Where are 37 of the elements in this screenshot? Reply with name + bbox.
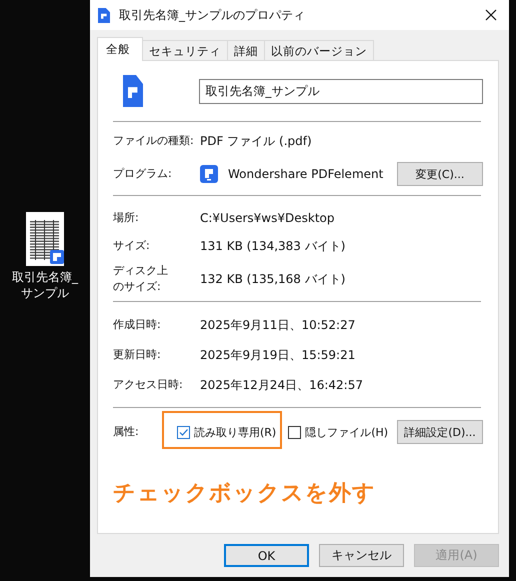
checkbox-icon[interactable]	[288, 426, 302, 438]
change-button[interactable]: 変更(C)...	[397, 162, 483, 186]
field-value: Wondershare PDFelement	[228, 167, 384, 181]
field-label: ディスク上のサイズ:	[113, 263, 169, 295]
field-value: 132 KB (135,168 バイト)	[200, 270, 346, 288]
field-value: 2025年12月24日、16:42:57	[200, 376, 363, 394]
app-icon	[200, 165, 218, 183]
field-label: 作成日時:	[113, 317, 162, 333]
tab[interactable]: 以前のバージョン	[264, 40, 374, 61]
dialog-button[interactable]: OK	[224, 544, 309, 567]
checkbox[interactable]: 読み取り専用(R)	[177, 424, 276, 440]
annotation-text: チェックボックスを外す	[113, 480, 377, 508]
checkbox-icon[interactable]	[177, 426, 190, 438]
field-value: PDF ファイル (.pdf)	[200, 132, 312, 150]
field-label: ファイルの種類:	[113, 133, 195, 149]
advanced-button[interactable]: 詳細設定(D)...	[397, 420, 483, 444]
field-value: C:¥Users¥ws¥Desktop	[200, 211, 334, 225]
pdf-file-icon	[123, 75, 143, 107]
field-value: 131 KB (134,383 バイト)	[200, 238, 346, 254]
window-title: 取引先名簿_サンプルのプロパティ	[119, 6, 305, 24]
close-icon[interactable]	[485, 9, 497, 21]
checkbox[interactable]: 隠しファイル(H)	[288, 424, 388, 440]
file-label[interactable]: 取引先名簿_サンプル	[8, 269, 82, 301]
dialog-button[interactable]: キャンセル	[319, 544, 404, 567]
field-label: プログラム:	[113, 166, 173, 182]
pdf-file-icon[interactable]	[26, 212, 64, 266]
field-label: サイズ:	[113, 238, 151, 254]
field-label: アクセス日時:	[113, 377, 184, 393]
pdf-file-icon	[98, 8, 110, 22]
dialog-button: 適用(A)	[414, 544, 499, 567]
field-value: 2025年9月11日、10:52:27	[200, 316, 356, 334]
tab[interactable]: 全般	[97, 37, 143, 61]
field-label: 場所:	[113, 210, 140, 226]
name-field[interactable]: 取引先名簿_サンプル	[199, 78, 483, 104]
field-label: 属性:	[113, 424, 140, 440]
field-label: 更新日時:	[113, 347, 162, 363]
field-value: 2025年9月19日、15:59:21	[200, 346, 356, 364]
